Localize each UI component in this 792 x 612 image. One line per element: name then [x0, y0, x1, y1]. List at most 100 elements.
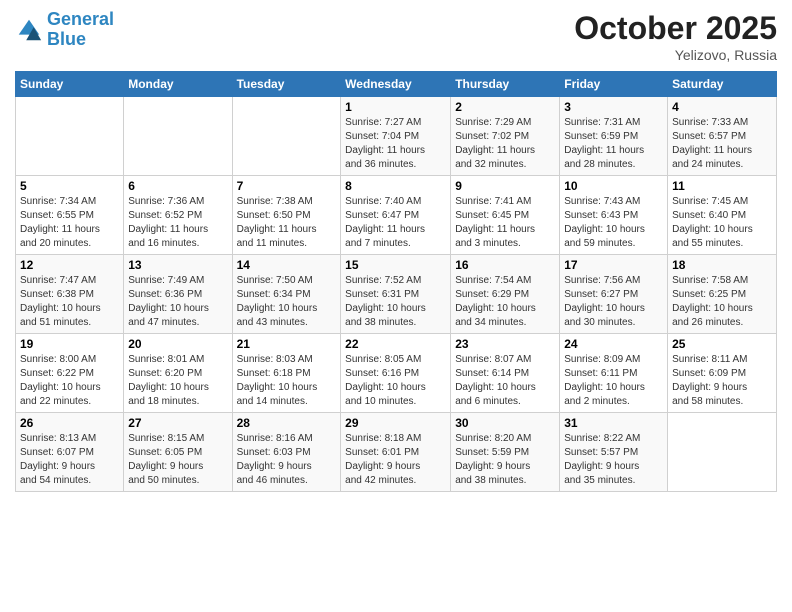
table-cell: 25 Sunrise: 8:11 AM Sunset: 6:09 PM Dayli… — [668, 334, 777, 413]
calendar-week-row: 1 Sunrise: 7:27 AM Sunset: 7:04 PM Daylig… — [16, 97, 777, 176]
table-cell — [232, 97, 341, 176]
day-number: 13 — [128, 258, 227, 272]
table-cell: 22Sunrise: 8:05 AM Sunset: 6:16 PM Dayli… — [341, 334, 451, 413]
day-number: 27 — [128, 416, 227, 430]
day-number: 19 — [20, 337, 119, 351]
day-info: Sunrise: 7:40 AM Sunset: 6:47 PM Dayligh… — [345, 195, 446, 251]
table-cell: 6 Sunrise: 7:36 AM Sunset: 6:52 PM Daylig… — [124, 176, 232, 255]
day-number: 21 — [237, 337, 337, 351]
title-block: October 2025 Yelizovo, Russia — [574, 10, 777, 63]
table-cell: 4 Sunrise: 7:33 AM Sunset: 6:57 PM Daylig… — [668, 97, 777, 176]
day-number: 24 — [564, 337, 663, 351]
table-cell: 14Sunrise: 7:50 AM Sunset: 6:34 PM Dayli… — [232, 255, 341, 334]
day-info: Sunrise: 8:11 AM Sunset: 6:09 PM Dayligh… — [672, 353, 772, 409]
day-info: Sunrise: 7:27 AM Sunset: 7:04 PM Dayligh… — [345, 116, 446, 172]
table-cell: 30 Sunrise: 8:20 AM Sunset: 5:59 PM Dayli… — [451, 413, 560, 492]
table-cell: 19 Sunrise: 8:00 AM Sunset: 6:22 PM Dayli… — [16, 334, 124, 413]
day-number: 10 — [564, 179, 663, 193]
day-info: Sunrise: 7:43 AM Sunset: 6:43 PM Dayligh… — [564, 195, 663, 251]
day-number: 20 — [128, 337, 227, 351]
table-cell: 8 Sunrise: 7:40 AM Sunset: 6:47 PM Daylig… — [341, 176, 451, 255]
day-number: 2 — [455, 100, 555, 114]
day-number: 15 — [345, 258, 446, 272]
calendar-table: Sunday Monday Tuesday Wednesday Thursday… — [15, 71, 777, 492]
day-info: Sunrise: 8:00 AM Sunset: 6:22 PM Dayligh… — [20, 353, 119, 409]
day-number: 29 — [345, 416, 446, 430]
day-info: Sunrise: 8:16 AM Sunset: 6:03 PM Dayligh… — [237, 432, 337, 488]
day-info: Sunrise: 8:03 AM Sunset: 6:18 PM Dayligh… — [237, 353, 337, 409]
day-number: 8 — [345, 179, 446, 193]
calendar-week-row: 12 Sunrise: 7:47 AM Sunset: 6:38 PM Dayli… — [16, 255, 777, 334]
col-tuesday: Tuesday — [232, 72, 341, 97]
day-info: Sunrise: 7:36 AM Sunset: 6:52 PM Dayligh… — [128, 195, 227, 251]
page-container: General Blue October 2025 Yelizovo, Russ… — [0, 0, 792, 502]
table-cell: 2Sunrise: 7:29 AM Sunset: 7:02 PM Daylig… — [451, 97, 560, 176]
calendar-week-row: 26 Sunrise: 8:13 AM Sunset: 6:07 PM Dayli… — [16, 413, 777, 492]
day-info: Sunrise: 8:01 AM Sunset: 6:20 PM Dayligh… — [128, 353, 227, 409]
table-cell: 31Sunrise: 8:22 AM Sunset: 5:57 PM Dayli… — [560, 413, 668, 492]
logo-line2: Blue — [47, 29, 86, 49]
day-info: Sunrise: 8:07 AM Sunset: 6:14 PM Dayligh… — [455, 353, 555, 409]
day-info: Sunrise: 8:15 AM Sunset: 6:05 PM Dayligh… — [128, 432, 227, 488]
table-cell: 29 Sunrise: 8:18 AM Sunset: 6:01 PM Dayli… — [341, 413, 451, 492]
day-number: 9 — [455, 179, 555, 193]
day-number: 17 — [564, 258, 663, 272]
day-number: 14 — [237, 258, 337, 272]
day-info: Sunrise: 8:09 AM Sunset: 6:11 PM Dayligh… — [564, 353, 663, 409]
day-number: 12 — [20, 258, 119, 272]
day-info: Sunrise: 7:47 AM Sunset: 6:38 PM Dayligh… — [20, 274, 119, 330]
day-number: 3 — [564, 100, 663, 114]
day-info: Sunrise: 8:20 AM Sunset: 5:59 PM Dayligh… — [455, 432, 555, 488]
day-info: Sunrise: 7:34 AM Sunset: 6:55 PM Dayligh… — [20, 195, 119, 251]
table-cell: 3Sunrise: 7:31 AM Sunset: 6:59 PM Daylig… — [560, 97, 668, 176]
logo: General Blue — [15, 10, 114, 50]
month-title: October 2025 — [574, 10, 777, 47]
table-cell: 28Sunrise: 8:16 AM Sunset: 6:03 PM Dayli… — [232, 413, 341, 492]
table-cell — [668, 413, 777, 492]
day-info: Sunrise: 7:33 AM Sunset: 6:57 PM Dayligh… — [672, 116, 772, 172]
day-info: Sunrise: 7:41 AM Sunset: 6:45 PM Dayligh… — [455, 195, 555, 251]
day-info: Sunrise: 7:45 AM Sunset: 6:40 PM Dayligh… — [672, 195, 772, 251]
day-number: 6 — [128, 179, 227, 193]
table-cell: 26 Sunrise: 8:13 AM Sunset: 6:07 PM Dayli… — [16, 413, 124, 492]
day-info: Sunrise: 8:18 AM Sunset: 6:01 PM Dayligh… — [345, 432, 446, 488]
table-cell: 17Sunrise: 7:56 AM Sunset: 6:27 PM Dayli… — [560, 255, 668, 334]
logo-icon — [15, 16, 43, 44]
day-number: 4 — [672, 100, 772, 114]
table-cell — [16, 97, 124, 176]
location: Yelizovo, Russia — [574, 47, 777, 63]
day-info: Sunrise: 7:58 AM Sunset: 6:25 PM Dayligh… — [672, 274, 772, 330]
calendar-week-row: 19 Sunrise: 8:00 AM Sunset: 6:22 PM Dayli… — [16, 334, 777, 413]
table-cell: 23 Sunrise: 8:07 AM Sunset: 6:14 PM Dayli… — [451, 334, 560, 413]
col-monday: Monday — [124, 72, 232, 97]
table-cell: 20 Sunrise: 8:01 AM Sunset: 6:20 PM Dayli… — [124, 334, 232, 413]
col-sunday: Sunday — [16, 72, 124, 97]
table-cell: 1 Sunrise: 7:27 AM Sunset: 7:04 PM Daylig… — [341, 97, 451, 176]
day-number: 22 — [345, 337, 446, 351]
table-cell: 21 Sunrise: 8:03 AM Sunset: 6:18 PM Dayli… — [232, 334, 341, 413]
day-number: 5 — [20, 179, 119, 193]
day-info: Sunrise: 7:52 AM Sunset: 6:31 PM Dayligh… — [345, 274, 446, 330]
col-wednesday: Wednesday — [341, 72, 451, 97]
day-info: Sunrise: 8:13 AM Sunset: 6:07 PM Dayligh… — [20, 432, 119, 488]
day-info: Sunrise: 7:38 AM Sunset: 6:50 PM Dayligh… — [237, 195, 337, 251]
day-number: 25 — [672, 337, 772, 351]
table-cell: 27 Sunrise: 8:15 AM Sunset: 6:05 PM Dayli… — [124, 413, 232, 492]
table-cell: 16 Sunrise: 7:54 AM Sunset: 6:29 PM Dayli… — [451, 255, 560, 334]
day-number: 18 — [672, 258, 772, 272]
day-number: 23 — [455, 337, 555, 351]
table-cell: 11Sunrise: 7:45 AM Sunset: 6:40 PM Dayli… — [668, 176, 777, 255]
day-number: 16 — [455, 258, 555, 272]
table-cell: 7 Sunrise: 7:38 AM Sunset: 6:50 PM Daylig… — [232, 176, 341, 255]
table-cell — [124, 97, 232, 176]
day-number: 1 — [345, 100, 446, 114]
day-number: 31 — [564, 416, 663, 430]
day-number: 7 — [237, 179, 337, 193]
logo-line1: General — [47, 9, 114, 29]
day-info: Sunrise: 7:54 AM Sunset: 6:29 PM Dayligh… — [455, 274, 555, 330]
table-cell: 10 Sunrise: 7:43 AM Sunset: 6:43 PM Dayli… — [560, 176, 668, 255]
day-number: 26 — [20, 416, 119, 430]
table-cell: 5 Sunrise: 7:34 AM Sunset: 6:55 PM Daylig… — [16, 176, 124, 255]
col-thursday: Thursday — [451, 72, 560, 97]
day-number: 30 — [455, 416, 555, 430]
